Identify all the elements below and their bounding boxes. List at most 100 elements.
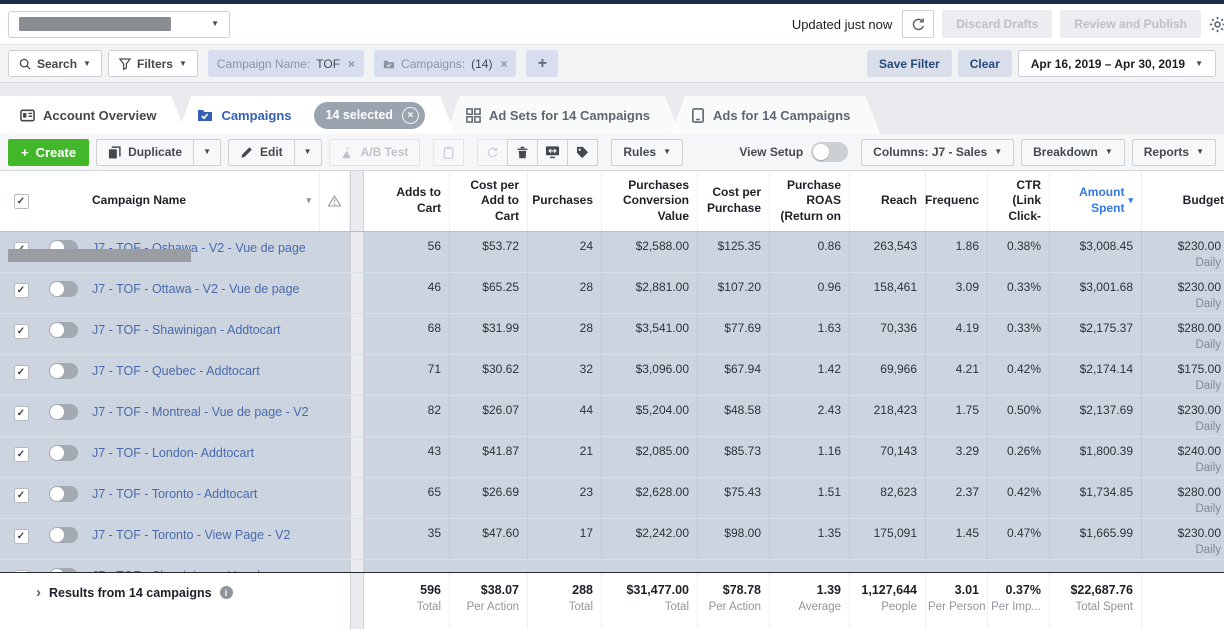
reports-button[interactable]: Reports ▼ (1132, 139, 1216, 166)
campaign-name-link[interactable]: J7 - TOF - Quebec - Addtocart (92, 364, 260, 378)
col-purchases[interactable]: Purchases (528, 171, 602, 231)
col-reach[interactable]: Reach (850, 171, 926, 231)
col-purchase-roas[interactable]: Purchase ROAS (Return on (770, 171, 850, 231)
col-cost-per-purchase[interactable]: Cost per Purchase (698, 171, 770, 231)
tag-button[interactable] (567, 139, 598, 166)
col-purchases-conversion-value[interactable]: Purchases Conversion Value (602, 171, 698, 231)
col-ctr[interactable]: CTR (Link Click- (988, 171, 1050, 231)
review-publish-button[interactable]: Review and Publish (1060, 10, 1201, 38)
view-setup-toggle[interactable] (811, 142, 848, 162)
tab-ads[interactable]: Ads for 14 Campaigns (671, 96, 880, 134)
table-row[interactable]: ✓J7 - TOF - Ottawa - V2 - Vue de page46$… (0, 273, 1224, 314)
campaign-name-link[interactable]: J7 - TOF - Montreal - Vue de page - V2 (92, 405, 309, 419)
campaign-status-toggle[interactable] (49, 281, 78, 297)
table-row[interactable]: ✓J7 - TOF - Quebec - Addtocart71$30.6232… (0, 355, 1224, 396)
campaign-status-toggle[interactable] (49, 486, 78, 502)
filter-chip-campaigns[interactable]: Campaigns: (14) × (374, 50, 516, 77)
create-button[interactable]: + Create (8, 139, 89, 166)
row-checkbox[interactable]: ✓ (14, 447, 29, 462)
campaign-name-cell: J7 - TOF - Montreal - Vue de page - V2 (84, 396, 320, 436)
duplicate-dropdown[interactable]: ▼ (193, 140, 220, 165)
pane-divider[interactable] (350, 171, 364, 231)
selected-count-badge[interactable]: 14 selected × (314, 102, 425, 129)
edit-button[interactable]: Edit (229, 140, 294, 165)
tab-account-overview[interactable]: Account Overview (0, 96, 186, 134)
delivery-alert-cell (320, 314, 350, 354)
col-campaign-name[interactable]: Campaign Name ▾ (84, 171, 320, 231)
col-frequency[interactable]: Frequenc (926, 171, 988, 231)
campaign-name-link[interactable]: J7 - TOF - Shawinigan - Addtocart (92, 323, 281, 337)
campaign-name-link[interactable]: J7 - TOF - Toronto - View Page - V2 (92, 528, 290, 542)
col-delivery-alert[interactable] (320, 171, 350, 231)
campaign-status-toggle[interactable] (49, 322, 78, 338)
discard-drafts-button[interactable]: Discard Drafts (942, 10, 1052, 38)
ab-test-button[interactable]: A/B Test (329, 139, 421, 166)
table-row[interactable]: ✓J7 - TOF - Toronto - View Page - V235$4… (0, 519, 1224, 560)
campaign-status-toggle[interactable] (49, 568, 78, 572)
refresh-icon (911, 17, 926, 32)
rules-button[interactable]: Rules ▼ (611, 139, 683, 166)
expand-chevron-icon: › (36, 585, 41, 600)
table-row[interactable]: ✓J7 - TOF - Shawinigan - Addtocart68$31.… (0, 314, 1224, 355)
row-checkbox[interactable]: ✓ (14, 324, 29, 339)
cell-adds-to-cart: 46 (364, 273, 450, 313)
search-button[interactable]: Search ▼ (8, 50, 102, 77)
close-icon[interactable]: × (348, 57, 355, 71)
tab-ad-sets[interactable]: Ad Sets for 14 Campaigns (446, 96, 680, 134)
table-row[interactable]: ✓J7 - TOF - London- Addtocart43$41.8721$… (0, 437, 1224, 478)
col-budget[interactable]: Budget (1142, 171, 1224, 231)
campaign-name-link[interactable]: J7 - TOF - Shawinigan - Vue de page (92, 569, 298, 572)
campaign-status-toggle[interactable] (49, 363, 78, 379)
campaign-name-link[interactable]: J7 - TOF - Toronto - Addtocart (92, 487, 257, 501)
col-amount-spent[interactable]: Amount Spent▾ (1050, 171, 1142, 231)
paste-button[interactable] (433, 139, 464, 166)
campaign-name-link[interactable]: J7 - TOF - Ottawa - V2 - Vue de page (92, 282, 300, 296)
preview-icon (545, 145, 560, 159)
results-summary[interactable]: › Results from 14 campaigns i (0, 573, 350, 600)
refresh-button[interactable] (902, 10, 934, 38)
deselect-all-icon[interactable]: × (402, 107, 419, 124)
table-row[interactable]: ✓J7 - TOF - Oshawa - V2 - Vue de page56$… (0, 232, 1224, 273)
close-icon[interactable]: × (500, 57, 507, 71)
row-checkbox[interactable]: ✓ (14, 488, 29, 503)
clear-filter-button[interactable]: Clear (958, 50, 1012, 77)
table-row[interactable]: ✓J7 - TOF - Toronto - Addtocart65$26.692… (0, 478, 1224, 519)
row-checkbox[interactable]: ✓ (14, 406, 29, 421)
budget-type: Daily (1146, 298, 1221, 310)
row-checkbox[interactable]: ✓ (14, 365, 29, 380)
campaign-name-link[interactable]: J7 - TOF - London- Addtocart (92, 446, 254, 460)
cell-cost-per-add-to-cart: $26.07 (450, 396, 528, 436)
columns-button[interactable]: Columns: J7 - Sales ▼ (861, 139, 1014, 166)
row-checkbox[interactable]: ✓ (14, 570, 29, 572)
campaign-status-toggle[interactable] (49, 445, 78, 461)
filter-chip-campaign-name[interactable]: Campaign Name: TOF × (208, 50, 364, 77)
save-filter-button[interactable]: Save Filter (867, 50, 952, 77)
campaign-name-cell: J7 - TOF - Ottawa - V2 - Vue de page (84, 273, 320, 313)
campaign-status-toggle[interactable] (49, 404, 78, 420)
col-toggle (42, 171, 84, 231)
filters-button[interactable]: Filters ▼ (108, 50, 198, 77)
col-cost-per-add-to-cart[interactable]: Cost per Add to Cart (450, 171, 528, 231)
actions-toolbar: + Create Duplicate ▼ Edit ▼ A/B Test (0, 134, 1224, 171)
search-label: Search (37, 57, 77, 71)
revert-button[interactable] (477, 139, 508, 166)
row-checkbox[interactable]: ✓ (14, 529, 29, 544)
preview-button[interactable] (537, 139, 568, 166)
edit-dropdown[interactable]: ▼ (294, 140, 321, 165)
delete-button[interactable] (507, 139, 538, 166)
col-adds-to-cart[interactable]: Adds to Cart (364, 171, 450, 231)
tab-campaigns[interactable]: Campaigns 14 selected × (177, 96, 455, 134)
account-selector[interactable]: ▼ (8, 11, 230, 38)
duplicate-button[interactable]: Duplicate (97, 140, 193, 165)
settings-button[interactable] (1209, 16, 1224, 33)
add-filter-button[interactable]: + (526, 50, 558, 77)
date-range-picker[interactable]: Apr 16, 2019 – Apr 30, 2019 ▼ (1018, 50, 1216, 77)
row-checkbox[interactable]: ✓ (14, 283, 29, 298)
table-row[interactable]: ✓ J7 - TOF - Shawinigan - Vue de page (0, 560, 1224, 572)
breakdown-button[interactable]: Breakdown ▼ (1021, 139, 1125, 166)
cell-ctr: 0.42% (988, 478, 1050, 518)
table-row[interactable]: ✓J7 - TOF - Montreal - Vue de page - V28… (0, 396, 1224, 437)
campaign-status-toggle[interactable] (49, 527, 78, 543)
chevron-down-icon: ▼ (304, 148, 312, 156)
select-all-checkbox[interactable]: ✓ (14, 194, 29, 209)
